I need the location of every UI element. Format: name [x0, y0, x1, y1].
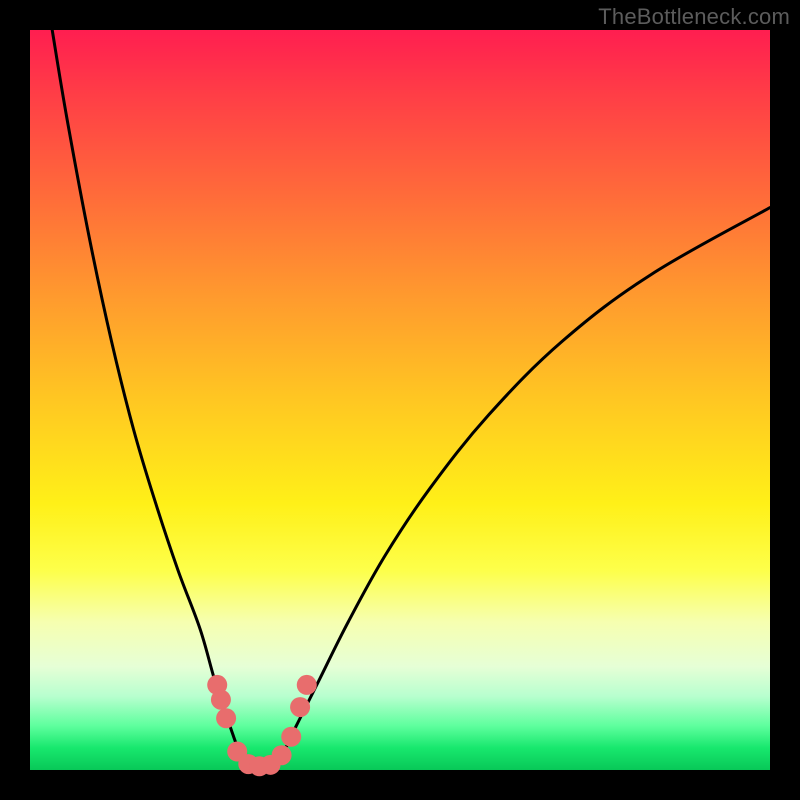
- bottleneck-curve: [52, 30, 770, 772]
- curve-marker: [290, 697, 310, 717]
- curve-marker: [272, 745, 292, 765]
- curve-marker: [211, 690, 231, 710]
- curve-svg: [30, 30, 770, 770]
- curve-marker: [297, 675, 317, 695]
- curve-marker: [281, 727, 301, 747]
- curve-marker: [216, 708, 236, 728]
- plot-area: [30, 30, 770, 770]
- curve-markers: [207, 675, 317, 776]
- chart-frame: TheBottleneck.com: [0, 0, 800, 800]
- watermark-text: TheBottleneck.com: [598, 4, 790, 30]
